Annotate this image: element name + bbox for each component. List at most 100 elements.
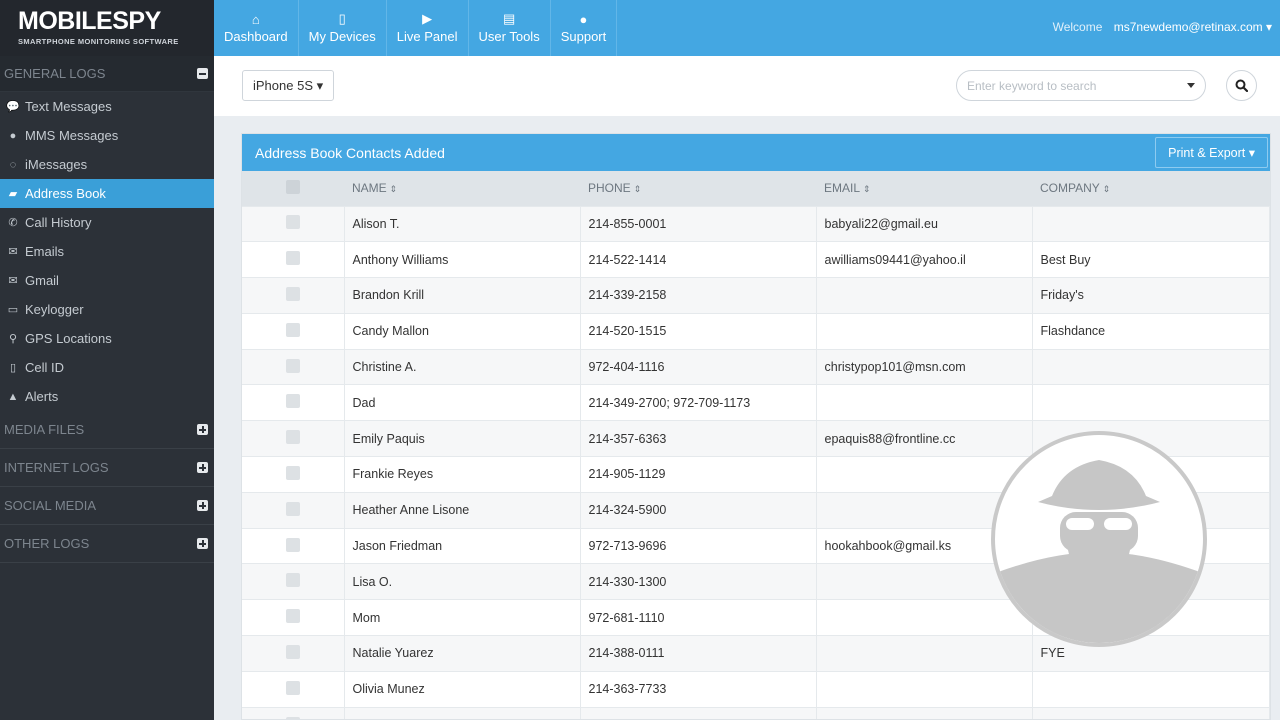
phone-cell: 214-349-2700; 972-709-1173 (580, 384, 817, 421)
sidebar-item-emails[interactable]: ✉ Emails (0, 237, 214, 266)
warning-icon: ▲ (7, 390, 19, 403)
row-select-cell (242, 241, 345, 278)
search-input[interactable] (967, 78, 1187, 93)
top-nav-label: Support (560, 29, 607, 44)
chat-icon: 💬 (6, 101, 20, 113)
row-checkbox[interactable] (285, 537, 300, 552)
expand-icon[interactable] (197, 500, 208, 511)
expand-icon[interactable] (197, 424, 208, 435)
phone-cell: 972-681-1110 (580, 599, 817, 636)
top-nav-label: My Devices (308, 29, 376, 44)
expand-icon[interactable] (197, 538, 208, 549)
row-checkbox[interactable] (285, 573, 300, 588)
sidebar-item-call-history[interactable]: ✆ Call History (0, 208, 214, 237)
email-cell (816, 312, 1033, 350)
table-row[interactable]: Olivia Munez 214-363-7733 (242, 670, 1270, 708)
name-cell: Frankie Reyes (344, 456, 581, 493)
sidebar-item-imessages[interactable]: ◌ iMessages (0, 150, 214, 179)
row-select-cell (242, 670, 345, 708)
print-export-button[interactable]: Print & Export ▾ (1155, 137, 1268, 168)
email-cell (816, 384, 1033, 421)
sidebar-item-cell-id[interactable]: ▯ Cell ID (0, 353, 214, 382)
search-button[interactable] (1226, 70, 1257, 101)
sort-icon: ⇕ (1102, 184, 1111, 195)
device-selector[interactable]: iPhone 5S ▾ (242, 70, 335, 101)
phone-cell: 214-324-5900 (580, 491, 817, 529)
col-name[interactable]: NAME ⇕ (344, 171, 580, 206)
phone-cell (580, 706, 817, 719)
email-cell (816, 670, 1033, 708)
email-cell: christypop101@msn.com (816, 348, 1033, 385)
col-phone[interactable]: PHONE ⇕ (580, 171, 816, 206)
sidebar-item-gmail[interactable]: ✉ Gmail (0, 266, 214, 295)
row-checkbox[interactable] (285, 286, 300, 301)
row-checkbox[interactable] (285, 465, 300, 480)
select-all-checkbox[interactable] (286, 179, 300, 194)
caret-down-icon[interactable] (1187, 83, 1195, 88)
section-media-files[interactable]: MEDIA FILES (0, 411, 214, 449)
sidebar-sections: MEDIA FILES INTERNET LOGS SOCIAL MEDIA OTHE… (0, 411, 214, 563)
table-row[interactable]: Candy Mallon 214-520-1515 Flashdance (242, 312, 1270, 350)
collapse-icon[interactable] (197, 68, 208, 79)
table-header-row: NAME ⇕ PHONE ⇕ EMAIL ⇕ COMPANY ⇕ (242, 171, 1270, 206)
row-checkbox[interactable] (285, 501, 300, 516)
table-row[interactable]: Alison T. 214-855-0001 babyali22@gmail.eu (242, 205, 1270, 242)
row-checkbox[interactable] (285, 394, 300, 409)
table-row[interactable]: Anthony Williams 214-522-1414 awilliams094… (242, 241, 1270, 278)
row-select-cell (242, 384, 345, 421)
section-social-media[interactable]: SOCIAL MEDIA (0, 487, 214, 525)
row-checkbox[interactable] (285, 358, 300, 373)
expand-icon[interactable] (197, 462, 208, 473)
logo[interactable]: MOBILESPY SMARTPHONE MONITORING SOFTWARE (0, 0, 214, 56)
sidebar-item-label: Keylogger (25, 302, 84, 317)
sidebar-item-mms-messages[interactable]: ● MMS Messages (0, 121, 214, 150)
company-cell (1032, 384, 1270, 421)
logo-text: MOBILESPY (18, 7, 161, 35)
table-row[interactable] (242, 706, 1270, 719)
row-checkbox[interactable] (285, 251, 300, 266)
email-cell (816, 277, 1033, 314)
top-nav-live-panel[interactable]: ▶ Live Panel (387, 0, 469, 56)
row-checkbox[interactable] (285, 609, 300, 624)
sidebar-item-address-book[interactable]: ▰ Address Book (0, 179, 214, 208)
sidebar-item-label: iMessages (25, 157, 88, 172)
row-checkbox[interactable] (285, 680, 300, 695)
col-company[interactable]: COMPANY ⇕ (1032, 171, 1270, 206)
row-select-cell (242, 491, 345, 529)
phone-cell: 214-855-0001 (580, 205, 817, 242)
company-cell: Flashdance (1032, 312, 1270, 350)
col-email[interactable]: EMAIL ⇕ (816, 171, 1032, 206)
section-internet-logs[interactable]: INTERNET LOGS (0, 449, 214, 487)
top-nav-my-devices[interactable]: ▯ My Devices (299, 0, 387, 56)
top-nav-dashboard[interactable]: ⌂ Dashboard (214, 0, 299, 56)
sidebar-item-text-messages[interactable]: 💬 Text Messages (0, 92, 214, 121)
speech-bubble-icon: ◌ (9, 158, 17, 171)
row-checkbox[interactable] (285, 430, 300, 445)
table-row[interactable]: Dad 214-349-2700; 972-709-1173 (242, 384, 1270, 421)
name-cell: Christine A. (344, 348, 581, 385)
sidebar-item-gps-locations[interactable]: ⚲ GPS Locations (0, 324, 214, 353)
table-row[interactable]: Christine A. 972-404-1116 christypop101@ms… (242, 348, 1270, 385)
envelope-outline-icon: ✉ (8, 275, 18, 287)
name-cell: Jason Friedman (344, 527, 581, 564)
row-checkbox[interactable] (285, 644, 300, 659)
sidebar-item-label: GPS Locations (25, 331, 112, 346)
top-nav-support[interactable]: ● Support (551, 0, 618, 56)
sidebar-item-keylogger[interactable]: ▭ Keylogger (0, 295, 214, 324)
table-row[interactable]: Brandon Krill 214-339-2158 Friday's (242, 277, 1270, 314)
section-label: GENERAL LOGS (4, 66, 106, 81)
user-menu[interactable]: ms7newdemo@retinax.com ▾ (1114, 20, 1272, 34)
section-other-logs[interactable]: OTHER LOGS (0, 525, 214, 563)
top-nav-user-tools[interactable]: ▤ User Tools (469, 0, 551, 56)
top-nav-label: Dashboard (224, 29, 288, 44)
company-cell (1032, 670, 1270, 708)
row-checkbox[interactable] (285, 215, 300, 230)
section-general-logs[interactable]: GENERAL LOGS (0, 56, 214, 92)
name-cell: Anthony Williams (344, 241, 581, 278)
email-cell: awilliams09441@yahoo.il (816, 241, 1033, 278)
sidebar-item-label: Cell ID (25, 360, 65, 375)
row-checkbox[interactable] (285, 322, 300, 337)
sidebar-item-alerts[interactable]: ▲ Alerts (0, 382, 214, 411)
sidebar-item-label: Address Book (25, 186, 106, 201)
top-nav-label: User Tools (478, 29, 540, 44)
